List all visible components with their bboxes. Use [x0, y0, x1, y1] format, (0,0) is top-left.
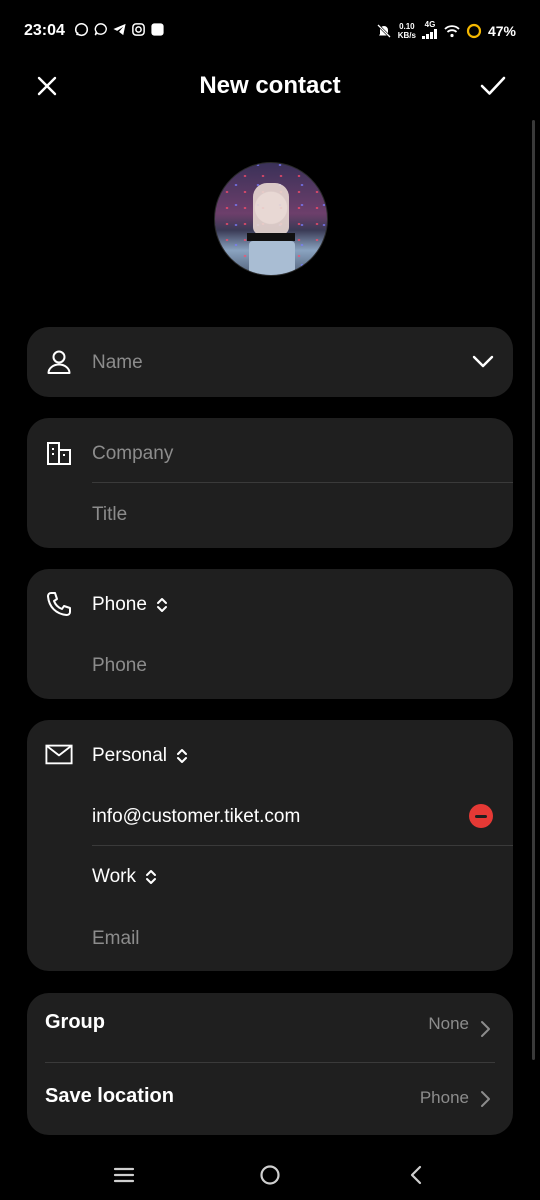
chevron-right-icon — [481, 1021, 490, 1037]
name-card: Name — [27, 327, 513, 397]
signal-bars-icon — [421, 29, 437, 39]
photo-jeans — [249, 241, 295, 275]
email-input-1[interactable]: info@customer.tiket.com — [92, 806, 300, 828]
group-row[interactable]: Group None — [27, 993, 513, 1063]
email-label-row-2: Work — [27, 846, 513, 908]
instagram-icon — [132, 23, 145, 36]
email-type-label-1: Personal — [92, 745, 167, 766]
email-input-2[interactable]: Email — [92, 928, 140, 950]
check-icon — [480, 76, 506, 95]
person-icon — [47, 350, 71, 374]
email-type-selector-1[interactable]: Personal — [92, 745, 189, 767]
building-icon — [47, 442, 71, 465]
network-speed: 0.10 KB/s — [397, 21, 416, 40]
name-row[interactable]: Name — [27, 327, 513, 397]
page-title: New contact — [199, 72, 341, 99]
signal-indicator: 4G — [421, 20, 438, 41]
name-input[interactable]: Name — [92, 352, 143, 374]
phone-icon — [47, 592, 71, 616]
email-row-1[interactable]: info@customer.tiket.com — [27, 786, 513, 846]
back-button[interactable] — [399, 1158, 433, 1192]
battery-ring-icon — [466, 23, 482, 38]
email-row-2[interactable]: Email — [27, 908, 513, 970]
chat-bubble-icon — [94, 23, 107, 36]
remove-email-button[interactable] — [469, 804, 493, 828]
top-bar: New contact — [0, 56, 540, 116]
updown-chevron-icon — [177, 749, 187, 763]
wifi-icon — [444, 24, 460, 37]
status-bar: 23:04 0.10 KB/s 4G 47% — [0, 0, 540, 60]
email-card: Personal info@customer.tiket.com Work Em… — [27, 720, 513, 971]
photo-figure — [253, 183, 289, 235]
menu-icon — [113, 1167, 135, 1183]
notification-icons — [74, 22, 165, 37]
title-input[interactable]: Title — [92, 504, 127, 526]
email-type-label-2: Work — [92, 866, 136, 887]
company-row[interactable]: Company — [27, 418, 513, 483]
company-input[interactable]: Company — [92, 443, 173, 465]
whatsapp-icon — [74, 22, 89, 37]
contact-photo[interactable] — [214, 162, 328, 276]
scrollbar[interactable] — [532, 120, 535, 1060]
photo-belt — [247, 233, 295, 241]
email-label-row-1: Personal — [27, 720, 513, 786]
home-button[interactable] — [253, 1158, 287, 1192]
recents-button[interactable] — [107, 1158, 141, 1192]
chevron-right-icon — [481, 1091, 490, 1107]
phone-label-row: Phone — [27, 569, 513, 634]
email-type-selector-2[interactable]: Work — [92, 866, 158, 888]
settings-card: Group None Save location Phone — [27, 993, 513, 1135]
updown-chevron-icon — [145, 870, 156, 884]
home-circle-icon — [260, 1165, 280, 1185]
status-right: 0.10 KB/s 4G 47% — [376, 20, 516, 41]
company-card: Company Title — [27, 418, 513, 548]
phone-type-label: Phone — [92, 594, 147, 615]
group-value: None — [428, 1014, 469, 1033]
phone-row[interactable]: Phone — [27, 634, 513, 699]
save-button[interactable] — [477, 70, 509, 102]
phone-card: Phone Phone — [27, 569, 513, 699]
expand-chevron-icon[interactable] — [471, 351, 495, 371]
save-location-label: Save location — [45, 1085, 174, 1107]
telegram-icon — [113, 23, 126, 36]
app-square-icon — [151, 23, 164, 36]
back-icon — [410, 1165, 422, 1185]
group-label: Group — [45, 1011, 105, 1033]
phone-type-selector[interactable]: Phone — [92, 594, 169, 616]
updown-chevron-icon — [156, 598, 167, 612]
system-nav-bar — [0, 1150, 540, 1200]
battery-percent: 47% — [487, 22, 516, 39]
phone-input[interactable]: Phone — [92, 655, 147, 677]
save-location-value: Phone — [419, 1088, 469, 1107]
status-time: 23:04 — [24, 22, 65, 39]
title-row[interactable]: Title — [27, 483, 513, 548]
envelope-icon — [45, 744, 73, 765]
save-location-row[interactable]: Save location Phone — [27, 1063, 513, 1133]
muted-bell-icon — [376, 23, 391, 38]
